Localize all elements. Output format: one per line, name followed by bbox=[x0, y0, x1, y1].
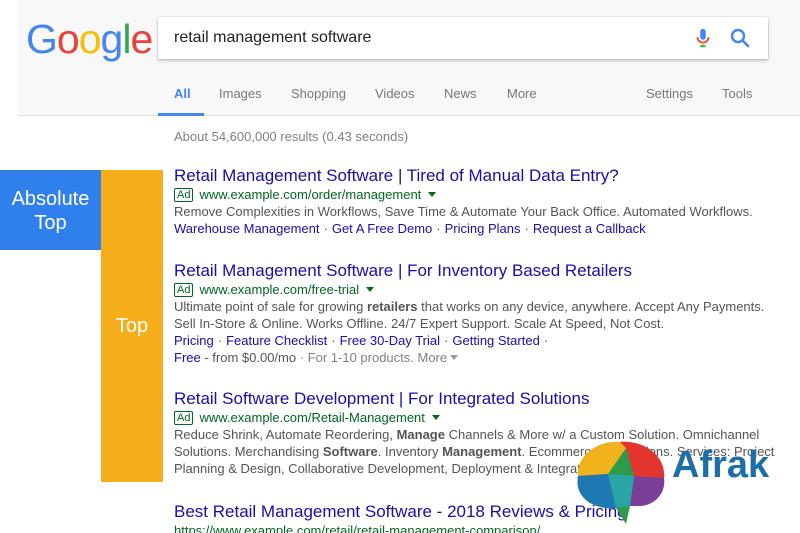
result-title-link[interactable]: Retail Management Software | Tired of Ma… bbox=[174, 166, 774, 186]
ad-badge: Ad bbox=[174, 283, 194, 297]
tab-settings[interactable]: Settings bbox=[646, 86, 693, 101]
ad-result: Retail Management Software | For Invento… bbox=[174, 261, 774, 366]
caret-down-icon[interactable] bbox=[450, 355, 459, 360]
price-extension-free[interactable]: Free bbox=[174, 350, 201, 365]
sitelink[interactable]: Feature Checklist bbox=[226, 333, 327, 348]
google-logo[interactable]: Google bbox=[26, 16, 153, 62]
caret-down-icon[interactable] bbox=[428, 192, 437, 197]
result-url: www.example.com/order/management bbox=[199, 187, 422, 202]
tab-news[interactable]: News bbox=[444, 86, 477, 101]
tab-more[interactable]: More bbox=[507, 86, 537, 101]
result-description: Remove Complexities in Workflows, Save T… bbox=[174, 204, 753, 219]
tab-tools[interactable]: Tools bbox=[722, 86, 752, 101]
result-description: Ultimate point of sale for growing retai… bbox=[174, 299, 765, 314]
result-title-link[interactable]: Retail Software Development | For Integr… bbox=[174, 389, 774, 409]
sitelink[interactable]: Getting Started bbox=[452, 333, 539, 348]
sitelink[interactable]: Get A Free Demo bbox=[332, 221, 432, 236]
result-url: www.example.com/Retail-Management bbox=[199, 410, 425, 425]
absolute-top-label: Absolute Top bbox=[0, 170, 101, 250]
tab-images[interactable]: Images bbox=[219, 86, 262, 101]
caret-down-icon[interactable] bbox=[366, 287, 375, 292]
result-url-line: Ad www.example.com/order/management bbox=[174, 187, 774, 203]
logo-letter: e bbox=[130, 16, 153, 62]
logo-letter: g bbox=[100, 16, 124, 62]
sitelink[interactable]: Pricing Plans bbox=[445, 221, 521, 236]
result-url-line: Ad www.example.com/Retail-Management bbox=[174, 410, 774, 426]
tab-videos[interactable]: Videos bbox=[375, 86, 415, 101]
price-extension: Free - from $0.00/mo · For 1-10 products… bbox=[174, 349, 774, 366]
search-input[interactable]: retail management software bbox=[174, 29, 371, 47]
result-description: Sell In-Store & Online. Works Offline. 2… bbox=[174, 316, 665, 331]
more-link[interactable]: More bbox=[414, 350, 448, 365]
ad-badge: Ad bbox=[174, 188, 194, 202]
top-label: Top bbox=[115, 315, 149, 337]
caret-down-icon[interactable] bbox=[431, 415, 440, 420]
afrak-watermark-logo: Afrak bbox=[568, 436, 800, 528]
search-box[interactable]: retail management software bbox=[158, 17, 768, 59]
tab-shopping[interactable]: Shopping bbox=[291, 86, 346, 101]
result-stats: About 54,600,000 results (0.43 seconds) bbox=[174, 129, 409, 144]
ad-result: Retail Management Software | Tired of Ma… bbox=[174, 166, 774, 237]
active-tab-indicator bbox=[158, 113, 204, 116]
watermark-text: Afrak bbox=[672, 444, 770, 486]
sitelink[interactable]: Request a Callback bbox=[533, 221, 646, 236]
ad-badge: Ad bbox=[174, 411, 194, 425]
result-title-link[interactable]: Retail Management Software | For Invento… bbox=[174, 261, 774, 281]
tab-all[interactable]: All bbox=[174, 86, 191, 101]
logo-letter: G bbox=[26, 16, 58, 62]
microphone-icon[interactable] bbox=[692, 27, 714, 49]
search-icon[interactable] bbox=[728, 26, 752, 50]
sitelinks: Pricing · Feature Checklist · Free 30-Day Tr… bbox=[174, 333, 549, 348]
logo-letter: o bbox=[78, 16, 102, 62]
absolute-top-label-line1: Absolute bbox=[11, 188, 90, 210]
logo-letter: o bbox=[56, 16, 80, 62]
sitelink[interactable]: Pricing bbox=[174, 333, 214, 348]
brain-icon bbox=[577, 441, 665, 524]
logo-letter: l bbox=[122, 16, 131, 62]
result-url: www.example.com/free-trial bbox=[199, 282, 360, 297]
sitelink[interactable]: Free 30-Day Trial bbox=[340, 333, 440, 348]
absolute-top-label-line2: Top bbox=[34, 212, 67, 234]
sitelink[interactable]: Warehouse Management bbox=[174, 221, 320, 236]
sitelinks: Warehouse Management · Get A Free Demo · Pri… bbox=[174, 221, 646, 236]
result-url-line: Ad www.example.com/free-trial bbox=[174, 282, 774, 298]
top-label-bar: Top bbox=[101, 170, 163, 482]
